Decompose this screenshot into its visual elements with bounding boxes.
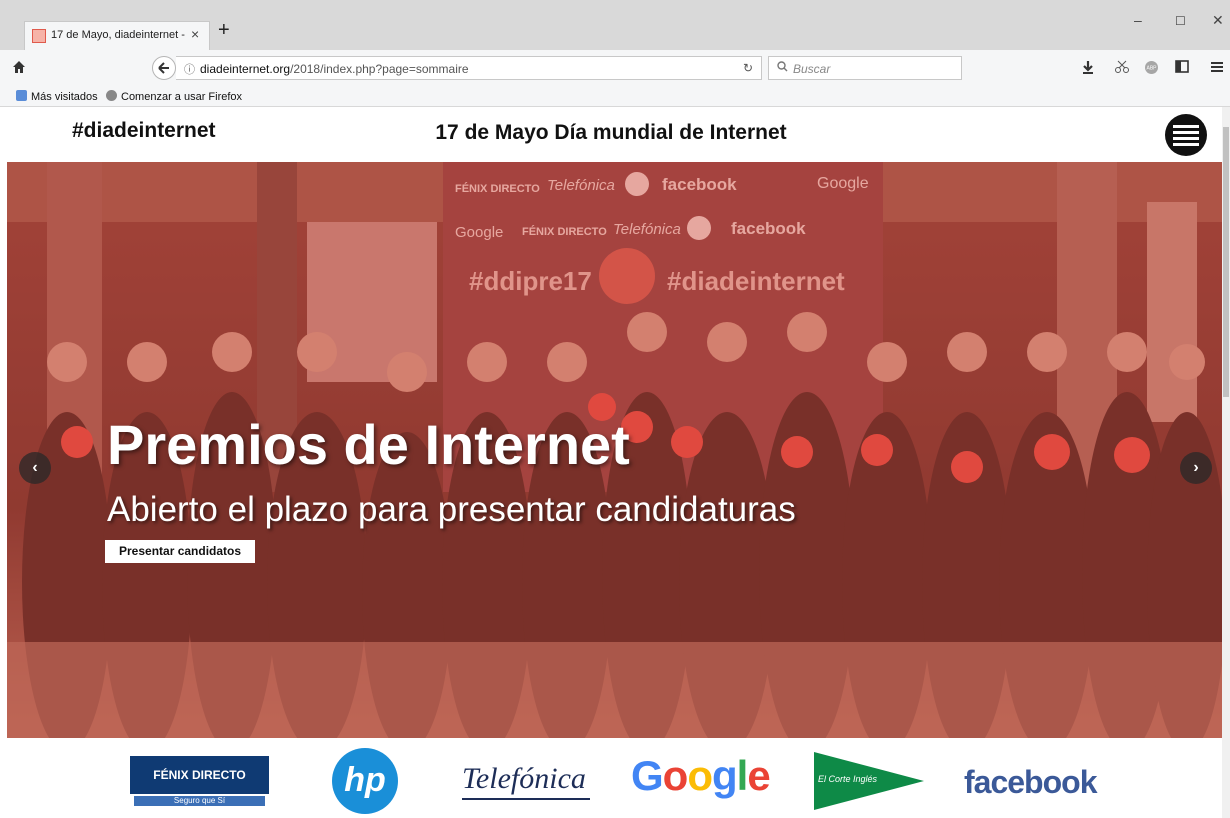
hp-logo-text: hp xyxy=(344,761,386,799)
telefonica-logo[interactable]: Telefónica xyxy=(462,762,592,800)
adblock-icon[interactable]: ABP xyxy=(1144,60,1159,78)
site-favicon-icon xyxy=(32,29,46,43)
back-button[interactable] xyxy=(152,56,176,80)
google-logo[interactable]: Google xyxy=(631,752,771,800)
telefonica-logo-text: Telefónica xyxy=(462,762,586,795)
close-window-button[interactable]: ✕ xyxy=(1212,12,1224,29)
navigation-toolbar: ⓘ diadeinternet.org/2018/index.php?page=… xyxy=(0,50,1230,88)
el-corte-ingles-logo[interactable]: El Corte Inglés xyxy=(814,752,924,810)
browser-tab[interactable]: 17 de Mayo, diadeinternet - × xyxy=(24,21,210,50)
site-header: 17 de Mayo Día mundial de Internet #diad… xyxy=(0,107,1222,162)
reload-icon[interactable]: ↻ xyxy=(743,61,753,75)
new-tab-button[interactable]: + xyxy=(218,20,230,40)
page-scrollbar[interactable] xyxy=(1222,107,1230,818)
download-icon[interactable] xyxy=(1082,60,1094,77)
fenix-logo-tagline: Seguro que Sí xyxy=(134,796,265,806)
sponsors-strip: FÉNIX DIRECTO Seguro que Sí hp Telefónic… xyxy=(0,738,1222,818)
sidebar-icon[interactable] xyxy=(1175,60,1189,76)
site-menu-button[interactable] xyxy=(1165,114,1207,156)
minimize-button[interactable]: – xyxy=(1134,12,1142,28)
scrollbar-thumb[interactable] xyxy=(1223,127,1229,397)
screenshot-icon[interactable] xyxy=(1114,60,1130,77)
info-icon[interactable]: ⓘ xyxy=(184,61,195,77)
submit-candidates-button[interactable]: Presentar candidatos xyxy=(105,540,256,563)
search-icon xyxy=(777,61,788,75)
search-placeholder: Buscar xyxy=(793,62,831,76)
hero-subtitle: Abierto el plazo para presentar candidat… xyxy=(107,490,796,529)
hamburger-menu-icon[interactable] xyxy=(1210,60,1224,76)
menu-line-icon xyxy=(1173,143,1199,146)
carousel-next-button[interactable]: › xyxy=(1180,452,1212,484)
facebook-logo[interactable]: facebook xyxy=(964,764,1097,801)
fenix-logo-name: FÉNIX DIRECTO xyxy=(153,768,246,782)
bookmark-getting-started[interactable]: Comenzar a usar Firefox xyxy=(106,90,242,103)
url-text: diadeinternet.org/2018/index.php?page=so… xyxy=(200,62,469,76)
tab-title: 17 de Mayo, diadeinternet - xyxy=(51,29,185,41)
hero-title: Premios de Internet xyxy=(107,413,630,476)
site-brand-link[interactable]: #diadeinternet xyxy=(72,119,216,143)
bookmark-most-visited[interactable]: Más visitados xyxy=(16,90,98,103)
bookmarks-toolbar: Más visitados Comenzar a usar Firefox xyxy=(0,88,1230,107)
fenix-directo-logo[interactable]: FÉNIX DIRECTO Seguro que Sí xyxy=(130,756,269,808)
address-bar[interactable]: ⓘ diadeinternet.org/2018/index.php?page=… xyxy=(176,56,762,80)
search-input[interactable]: Buscar xyxy=(768,56,962,80)
home-icon[interactable] xyxy=(12,60,26,77)
hero-carousel: FÉNIX DIRECTO Telefónica facebook Google… xyxy=(7,162,1222,738)
hp-logo[interactable]: hp xyxy=(332,748,398,814)
tab-close-icon[interactable]: × xyxy=(191,26,199,42)
eci-logo-text: El Corte Inglés xyxy=(818,774,878,784)
carousel-prev-button[interactable]: ‹ xyxy=(19,452,51,484)
menu-line-icon xyxy=(1173,125,1199,128)
maximize-button[interactable]: ☐ xyxy=(1175,14,1186,28)
svg-text:ABP: ABP xyxy=(1146,66,1157,72)
menu-line-icon xyxy=(1173,131,1199,134)
menu-line-icon xyxy=(1173,137,1199,140)
tab-strip: 17 de Mayo, diadeinternet - × + – ☐ ✕ xyxy=(0,0,1230,50)
firefox-globe-icon xyxy=(106,90,117,101)
most-visited-icon xyxy=(16,90,27,101)
